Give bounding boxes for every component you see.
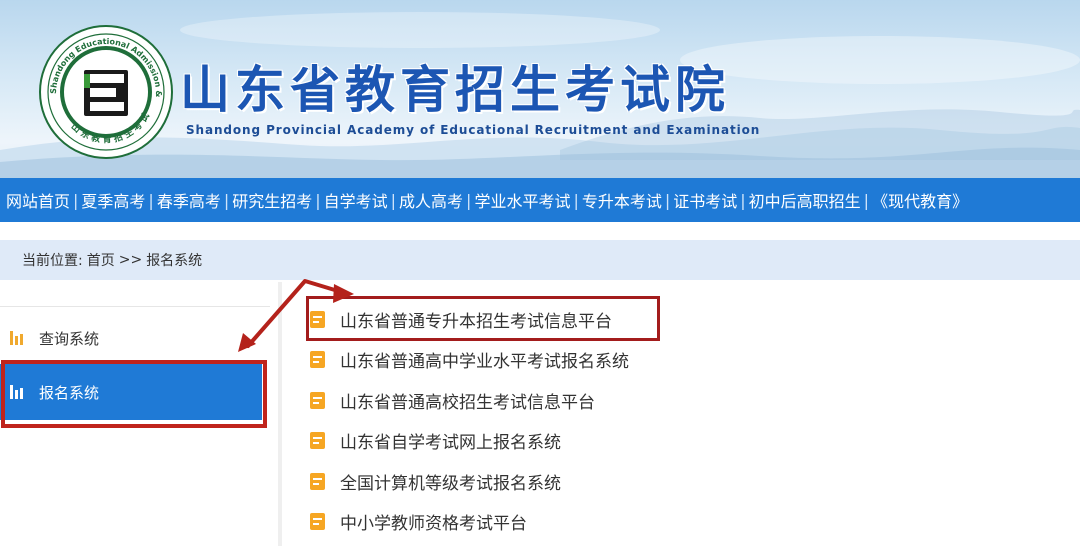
nav-item-vocational-admission[interactable]: 初中后高职招生 [749, 188, 861, 212]
list-item-college-admission-platform[interactable]: 山东省普通高校招生考试信息平台 [310, 387, 595, 413]
document-icon [310, 472, 325, 490]
document-icon [310, 391, 325, 409]
bar-chart-icon [10, 385, 25, 399]
nav-item-spring-gaokao[interactable]: 春季高考 [157, 188, 221, 212]
list-item-teacher-qualification[interactable]: 中小学教师资格考试平台 [310, 508, 527, 534]
document-icon [310, 512, 325, 530]
list-item-label: 中小学教师资格考试平台 [340, 513, 527, 534]
list-item-proficiency-registration[interactable]: 山东省普通高中学业水平考试报名系统 [310, 346, 629, 372]
breadcrumb-current: 报名系统 [146, 253, 203, 269]
sidebar-item-label: 查询系统 [39, 329, 100, 348]
breadcrumb: 当前位置: 首页 >> 报名系统 [0, 240, 1080, 280]
nav-item-adult-gaokao[interactable]: 成人高考 [399, 188, 463, 212]
nav-separator: | [390, 190, 397, 210]
list-item-label: 山东省普通高校招生考试信息平台 [340, 392, 595, 413]
academy-logo: Shandong Educational Admission & Examina… [36, 22, 173, 159]
nav-item-graduate-exam[interactable]: 研究生招考 [232, 188, 312, 212]
header-banner: Shandong Educational Admission & Examina… [0, 0, 1080, 178]
sidebar-border [278, 282, 282, 546]
nav-separator: | [148, 190, 154, 210]
nav-separator: | [740, 190, 746, 210]
sidebar-item-label: 报名系统 [39, 383, 100, 402]
nav-item-certificate-exam[interactable]: 证书考试 [673, 188, 737, 212]
nav-separator: | [73, 190, 79, 210]
nav-item-self-study-exam[interactable]: 自学考试 [324, 188, 388, 212]
list-item-label: 山东省普通专升本招生考试信息平台 [340, 311, 612, 332]
list-item-computer-rank-registration[interactable]: 全国计算机等级考试报名系统 [310, 468, 561, 494]
list-item-label: 全国计算机等级考试报名系统 [340, 473, 561, 494]
sidebar-divider-line [0, 306, 270, 307]
nav-separator: | [863, 190, 870, 210]
nav-separator: | [466, 190, 472, 210]
nav-separator: | [573, 190, 579, 210]
site-subtitle: Shandong Provincial Academy of Education… [186, 123, 761, 137]
breadcrumb-label: 当前位置: [22, 253, 83, 269]
list-item-self-study-registration[interactable]: 山东省自学考试网上报名系统 [310, 427, 561, 453]
nav-item-summer-gaokao[interactable]: 夏季高考 [81, 188, 145, 212]
document-icon [310, 350, 325, 368]
sidebar-item-registration-system[interactable]: 报名系统 [0, 364, 262, 420]
nav-item-proficiency-exam[interactable]: 学业水平考试 [474, 188, 570, 212]
list-item-upgrade-exam-platform[interactable]: 山东省普通专升本招生考试信息平台 [310, 306, 612, 332]
site-title: 山东省教育招生考试院 [180, 61, 730, 119]
document-icon [310, 310, 325, 328]
nav-separator: | [315, 190, 321, 210]
nav-separator: | [664, 190, 671, 210]
nav-separator: | [223, 190, 230, 210]
document-icon [310, 431, 325, 449]
bar-chart-icon [10, 331, 25, 345]
nav-item-home[interactable]: 网站首页 [6, 188, 70, 212]
sidebar-item-query-system[interactable]: 查询系统 [0, 310, 262, 366]
list-item-label: 山东省自学考试网上报名系统 [340, 432, 561, 453]
breadcrumb-home-link[interactable]: 首页 [87, 250, 115, 270]
nav-item-upgrade-exam[interactable]: 专升本考试 [582, 188, 662, 212]
list-item-label: 山东省普通高中学业水平考试报名系统 [340, 351, 629, 372]
main-nav: 网站首页 | 夏季高考 | 春季高考 | 研究生招考 | 自学考试 | 成人高考… [0, 178, 1080, 222]
breadcrumb-separator: >> [118, 252, 143, 268]
nav-item-modern-education[interactable]: 《现代教育》 [872, 188, 968, 212]
